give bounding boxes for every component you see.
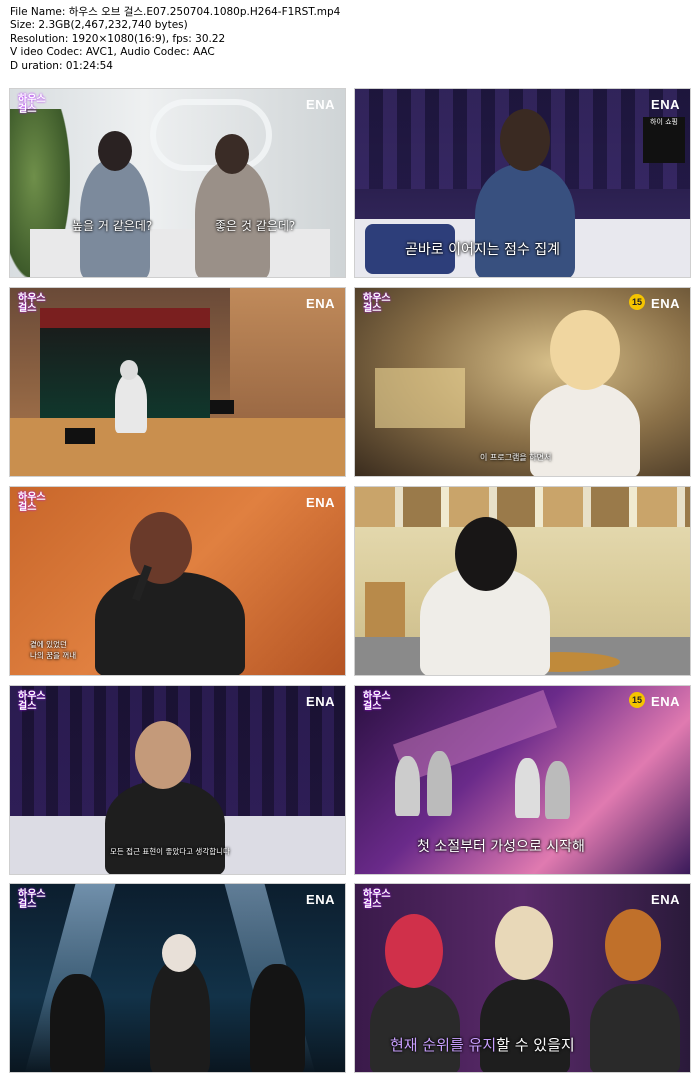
caption-highlight: 현재 순위를 유지	[390, 1036, 497, 1054]
codec-info: V ideo Codec: AVC1, Audio Codec: AAC	[10, 46, 215, 59]
side-badge: 하이 쇼핑	[643, 117, 685, 163]
resolution-info: Resolution: 1920×1080(16:9), fps: 30.22	[10, 32, 226, 45]
show-logo: 하우스 걸스	[363, 889, 391, 910]
ena-logo: ENA	[651, 296, 680, 311]
thumbnail-2[interactable]: 하이 쇼핑 ENA 곧바로 이어지는 점수 집계	[354, 88, 691, 278]
show-logo: 하우스 걸스	[18, 889, 46, 910]
thumbnail-4[interactable]: 하우스 걸스 15 ENA 이 프로그램을 하면서	[354, 287, 691, 477]
ena-logo: ENA	[651, 892, 680, 907]
caption-line-2: 나의 꿈을 꺼내	[30, 651, 77, 660]
file-info: File Name: 하우스 오브 걸스.E07.250704.1080p.H2…	[10, 6, 690, 73]
ena-logo: ENA	[306, 694, 335, 709]
caption-right: 좋은 것 같은데?	[215, 219, 296, 233]
caption: 현재 순위를 유지할 수 있을지	[390, 1034, 575, 1055]
ena-logo: ENA	[306, 97, 335, 112]
thumbnail-6[interactable]	[354, 486, 691, 676]
show-logo: 하우스 걸스	[18, 293, 46, 314]
caption: 이 프로그램을 하면서	[480, 453, 552, 462]
file-name: File Name: 하우스 오브 걸스.E07.250704.1080p.H2…	[10, 6, 341, 18]
show-logo: 하우스 걸스	[18, 492, 46, 513]
ena-logo: ENA	[306, 296, 335, 311]
caption-rest: 할 수 있을지	[496, 1036, 575, 1054]
file-size: Size: 2.3GB(2,467,232,740 bytes)	[10, 19, 188, 32]
thumbnail-9[interactable]: 하우스 걸스 ENA	[9, 883, 346, 1073]
caption-line-1: 곁에 있었던	[30, 640, 67, 649]
ena-logo: ENA	[306, 495, 335, 510]
duration-info: D uration: 01:24:54	[10, 59, 113, 72]
show-logo: 하우스 걸스	[363, 691, 391, 712]
caption: 모든 접근 표현이 좋았다고 생각합니다	[110, 847, 230, 856]
ena-logo: ENA	[306, 892, 335, 907]
thumbnail-8[interactable]: 하우스 걸스 15 ENA 첫 소절부터 가성으로 시작해	[354, 685, 691, 875]
show-logo: 하우스 걸스	[18, 691, 46, 712]
age-rating-badge: 15	[629, 294, 645, 310]
ena-logo: ENA	[651, 97, 680, 112]
age-rating-badge: 15	[629, 692, 645, 708]
thumbnail-7[interactable]: 하우스 걸스 ENA 모든 접근 표현이 좋았다고 생각합니다	[9, 685, 346, 875]
caption: 곧바로 이어지는 점수 집계	[405, 242, 561, 258]
caption: 첫 소절부터 가성으로 시작해	[417, 839, 585, 855]
show-logo: 하우스 걸스	[363, 293, 391, 314]
thumbnail-1[interactable]: 하우스 걸스 ENA 높을 거 같은데? 좋은 것 같은데?	[9, 88, 346, 278]
show-logo: 하우스 걸스	[18, 94, 46, 115]
ena-logo: ENA	[651, 694, 680, 709]
thumbnail-5[interactable]: 하우스 걸스 ENA 곁에 있었던 나의 꿈을 꺼내	[9, 486, 346, 676]
thumbnail-10[interactable]: 하우스 걸스 ENA 현재 순위를 유지할 수 있을지	[354, 883, 691, 1073]
caption-left: 높을 거 같은데?	[72, 219, 153, 233]
thumbnail-3[interactable]: 하우스 걸스 ENA	[9, 287, 346, 477]
